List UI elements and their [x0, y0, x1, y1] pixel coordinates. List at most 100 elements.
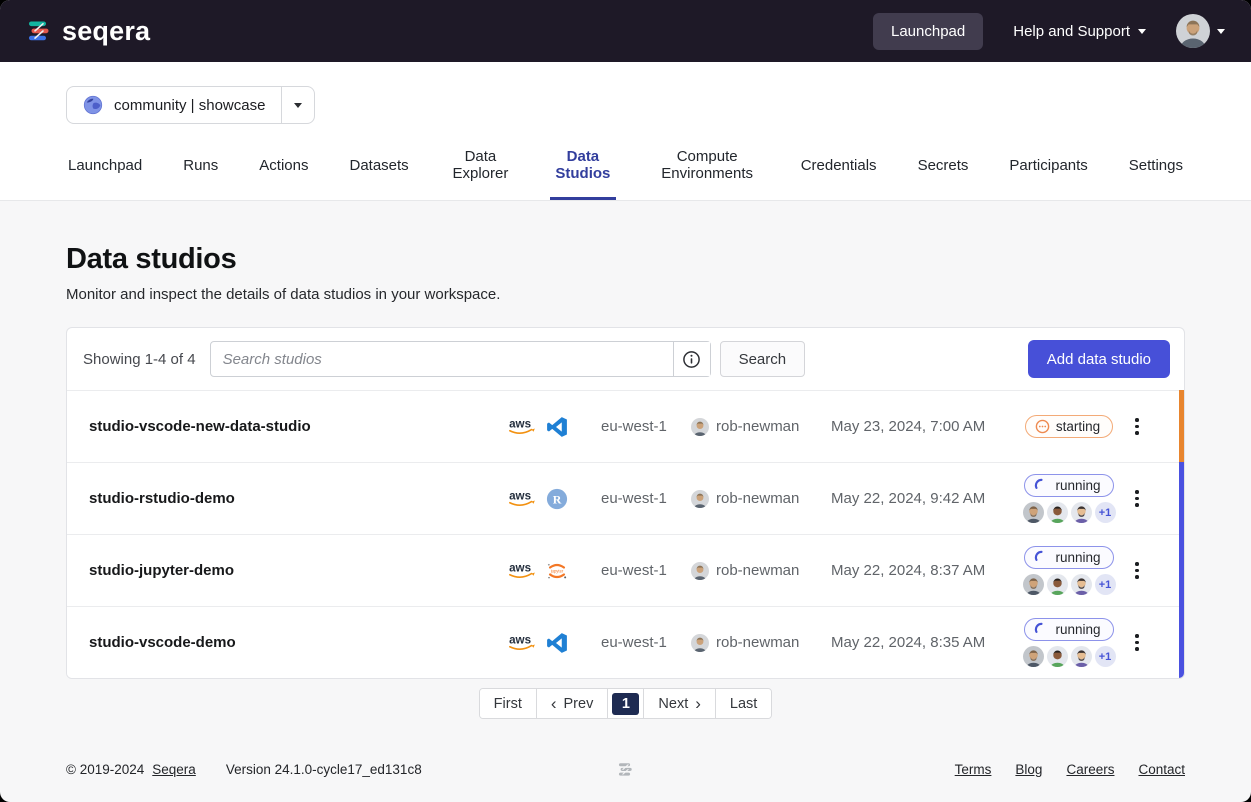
region-label: eu-west-1: [601, 634, 691, 651]
studios-table-card: Showing 1-4 of 4 Search Ad: [66, 327, 1185, 679]
status-label: running: [1055, 622, 1100, 637]
chevron-left-icon: ‹: [551, 695, 557, 712]
created-date: May 22, 2024, 8:35 AM: [831, 634, 1009, 651]
tab-compute-environments[interactable]: Compute Environments: [653, 148, 762, 200]
main-content: Data studios Monitor and inspect the det…: [0, 201, 1251, 802]
vscode-icon: [546, 632, 568, 654]
owner-avatar-icon: [691, 418, 709, 436]
add-data-studio-button[interactable]: Add data studio: [1028, 340, 1170, 378]
search-input[interactable]: [211, 342, 673, 376]
owner-avatar-icon: [691, 562, 709, 580]
table-toolbar: Showing 1-4 of 4 Search Ad: [67, 328, 1184, 390]
status-cell: running: [1009, 618, 1129, 667]
studio-name[interactable]: studio-jupyter-demo: [89, 562, 506, 579]
tab-secrets[interactable]: Secrets: [916, 148, 971, 200]
user-menu[interactable]: [1176, 14, 1225, 48]
status-cell: running: [1009, 546, 1129, 595]
svg-text:R: R: [553, 492, 562, 506]
app-window: seqera Launchpad Help and Support: [0, 0, 1251, 802]
studio-platform-icons: aws R: [506, 488, 601, 510]
aws-icon: aws: [506, 632, 537, 653]
created-date: May 22, 2024, 8:37 AM: [831, 562, 1009, 579]
row-menu-button[interactable]: [1129, 628, 1145, 657]
owner-name: rob-newman: [716, 634, 799, 651]
help-support-menu[interactable]: Help and Support: [1013, 23, 1146, 40]
chevron-down-icon: [1138, 29, 1146, 34]
seqera-logo[interactable]: seqera: [26, 16, 150, 47]
tab-data-explorer[interactable]: Data Explorer: [448, 148, 513, 200]
chevron-down-icon: [1217, 29, 1225, 34]
pagination-last-button[interactable]: Last: [715, 689, 771, 718]
jupyter-icon: jupyter: [546, 560, 568, 582]
owner-name: rob-newman: [716, 418, 799, 435]
studio-name[interactable]: studio-vscode-new-data-studio: [89, 418, 506, 435]
status-edge-bar: [1179, 534, 1184, 606]
workspace-header: community | showcase Launchpad Runs Acti…: [0, 62, 1251, 201]
chevron-right-icon: ›: [695, 695, 701, 712]
table-row: studio-vscode-new-data-studio aws: [67, 390, 1184, 462]
page-footer: © 2019-2024 Seqera Version 24.1.0-cycle1…: [0, 761, 1251, 802]
status-cell: running: [1009, 474, 1129, 523]
table-row: studio-vscode-demo aws: [67, 606, 1184, 678]
svg-text:jupyter: jupyter: [550, 568, 564, 573]
copyright-text: © 2019-2024: [66, 762, 144, 777]
studio-name[interactable]: studio-vscode-demo: [89, 634, 506, 651]
member-avatar-icon: [1071, 646, 1092, 667]
table-row: studio-rstudio-demo aws R: [67, 462, 1184, 534]
status-label: running: [1055, 478, 1100, 493]
search-info-button[interactable]: [673, 342, 710, 376]
tab-participants[interactable]: Participants: [1007, 148, 1089, 200]
pagination-page-1[interactable]: 1: [607, 689, 643, 718]
info-icon: [682, 350, 701, 369]
contact-link[interactable]: Contact: [1138, 762, 1185, 777]
search-button[interactable]: Search: [720, 341, 806, 377]
aws-icon: aws: [506, 560, 537, 581]
aws-icon: aws: [506, 488, 537, 509]
workspace-dropdown-toggle[interactable]: [281, 87, 314, 123]
row-menu-button[interactable]: [1129, 556, 1145, 585]
careers-link[interactable]: Careers: [1066, 762, 1114, 777]
studio-platform-icons: aws: [506, 632, 601, 654]
running-spinner-icon: [1034, 478, 1049, 493]
svg-text:aws: aws: [509, 490, 531, 503]
tab-actions[interactable]: Actions: [257, 148, 310, 200]
member-avatar-icon: [1047, 574, 1068, 595]
studio-name[interactable]: studio-rstudio-demo: [89, 490, 506, 507]
vscode-icon: [546, 416, 568, 438]
extra-members-badge[interactable]: +1: [1095, 646, 1116, 667]
pagination-prev-button[interactable]: ‹ Prev: [536, 689, 608, 718]
status-edge-bar: [1179, 606, 1184, 678]
tab-credentials[interactable]: Credentials: [799, 148, 879, 200]
status-badge: running: [1024, 618, 1113, 641]
running-spinner-icon: [1034, 622, 1049, 637]
terms-link[interactable]: Terms: [955, 762, 992, 777]
row-menu-button[interactable]: [1129, 412, 1145, 441]
member-avatar-icon: [1023, 646, 1044, 667]
starting-status-icon: [1035, 419, 1050, 434]
pagination-next-button[interactable]: Next ›: [643, 689, 715, 718]
blog-link[interactable]: Blog: [1015, 762, 1042, 777]
status-label: running: [1055, 550, 1100, 565]
tab-datasets[interactable]: Datasets: [347, 148, 410, 200]
version-text: Version 24.1.0-cycle17_ed131c8: [226, 762, 422, 777]
svg-text:aws: aws: [509, 418, 531, 431]
pagination-first-button[interactable]: First: [480, 689, 536, 718]
owner-name: rob-newman: [716, 562, 799, 579]
tab-launchpad[interactable]: Launchpad: [66, 148, 144, 200]
extra-members-badge[interactable]: +1: [1095, 502, 1116, 523]
extra-members-badge[interactable]: +1: [1095, 574, 1116, 595]
seqera-footer-link[interactable]: Seqera: [152, 762, 196, 777]
member-avatar-icon: [1071, 502, 1092, 523]
tab-data-studios[interactable]: Data Studios: [550, 148, 615, 200]
tab-settings[interactable]: Settings: [1127, 148, 1185, 200]
workspace-selector[interactable]: community | showcase: [66, 86, 315, 124]
region-label: eu-west-1: [601, 490, 691, 507]
studio-owner: rob-newman: [691, 418, 831, 436]
member-avatar-icon: [1023, 574, 1044, 595]
row-menu-button[interactable]: [1129, 484, 1145, 513]
globe-icon: [83, 95, 103, 115]
launchpad-button[interactable]: Launchpad: [873, 13, 983, 50]
tab-runs[interactable]: Runs: [181, 148, 220, 200]
status-cell: starting: [1009, 415, 1129, 438]
svg-text:aws: aws: [509, 562, 531, 575]
